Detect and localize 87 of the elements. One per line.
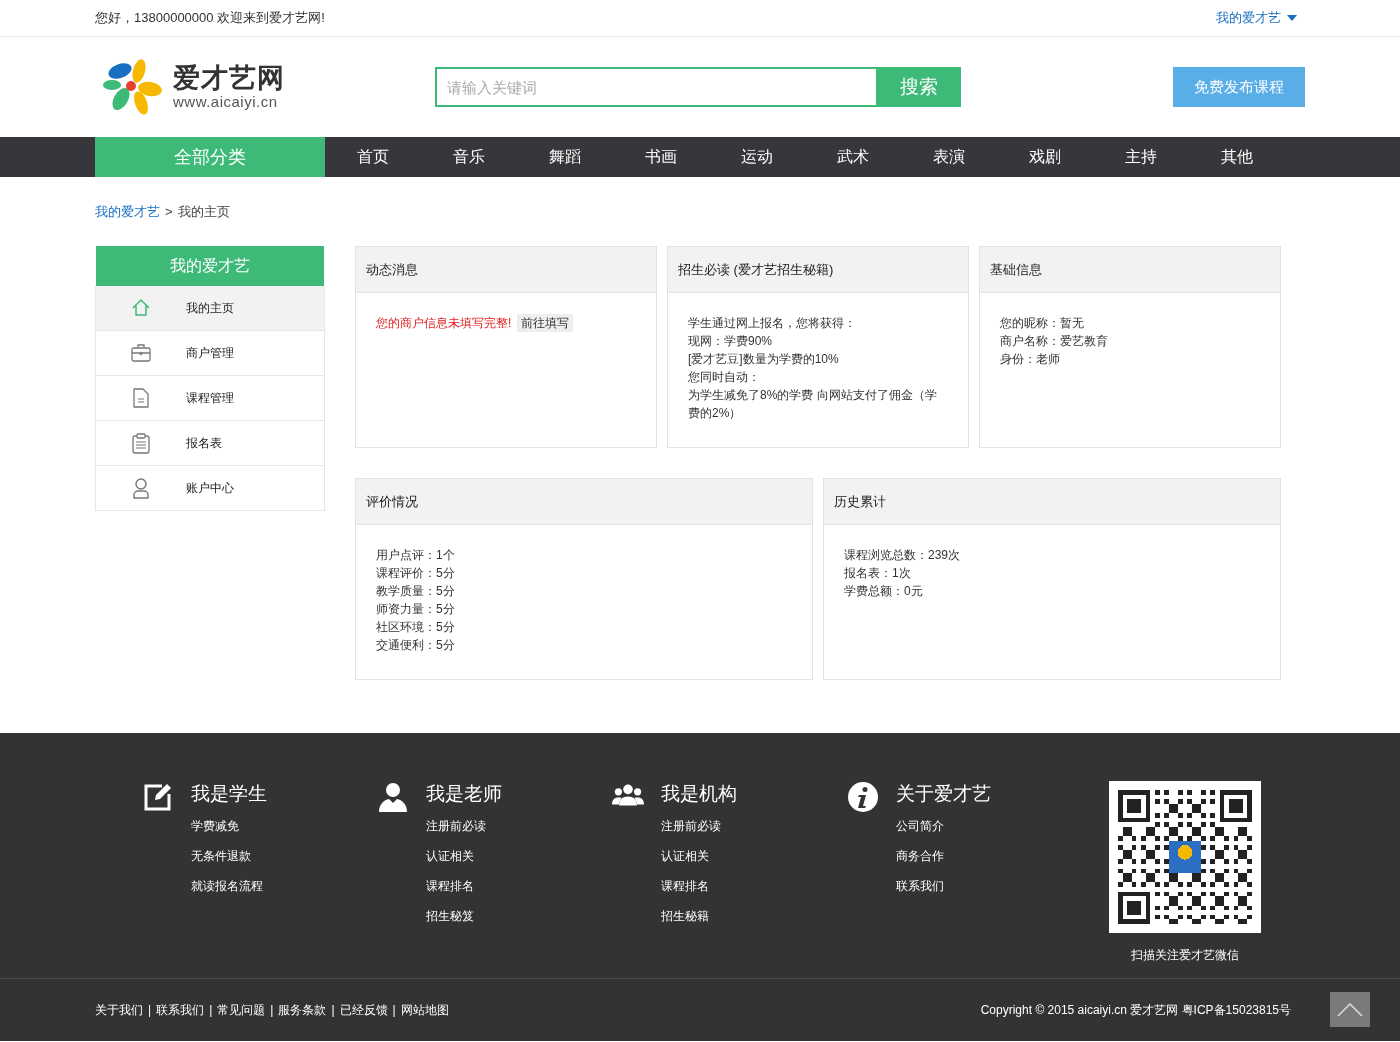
- info-text: 教学质量：5分: [376, 583, 456, 600]
- person-icon: [130, 477, 152, 499]
- nav-link[interactable]: 首页: [325, 137, 421, 177]
- user-menu-link[interactable]: 我的爱才艺: [1216, 9, 1297, 27]
- footer-link[interactable]: 公司简介: [896, 811, 991, 841]
- nav-link[interactable]: 运动: [709, 137, 805, 177]
- flower-logo-icon: [103, 57, 165, 117]
- info-text: 交通便利：5分: [376, 637, 456, 654]
- info-text: 课程评价：5分: [376, 565, 456, 582]
- info-text: 社区环境：5分: [376, 619, 456, 636]
- chevron-up-icon: [1337, 1002, 1363, 1017]
- info-text: 学费总额：0元: [844, 583, 924, 600]
- nav-link[interactable]: 舞蹈: [517, 137, 613, 177]
- home-icon: [130, 297, 152, 319]
- footer-bottom-link[interactable]: 服务条款: [278, 1001, 327, 1019]
- breadcrumb-current: 我的主页: [177, 202, 230, 221]
- footer-bottom-link[interactable]: 常见问题: [217, 1001, 266, 1019]
- nav-link[interactable]: 武术: [805, 137, 901, 177]
- footer-bottom-link[interactable]: 联系我们: [156, 1001, 205, 1019]
- link-separator: |: [148, 1003, 152, 1017]
- info-text: 身份：老师: [1000, 351, 1061, 368]
- person-icon: [377, 781, 409, 813]
- qr-caption: 扫描关注爱才艺微信: [1131, 947, 1239, 964]
- info-text: 现网：学费90%: [688, 333, 774, 350]
- back-to-top-button[interactable]: [1330, 992, 1370, 1027]
- footer-link[interactable]: 商务合作: [896, 841, 991, 871]
- info-text: 报名表：1次: [844, 565, 912, 582]
- footer-link[interactable]: 认证相关: [426, 841, 502, 871]
- link-separator: |: [270, 1003, 274, 1017]
- info-text: 用户点评：1个: [376, 547, 456, 564]
- footer-bottom-link[interactable]: 已经反馈: [339, 1001, 388, 1019]
- welcome-text: 您好，13800000000 欢迎来到爱才艺网!: [95, 9, 325, 27]
- nav-link[interactable]: 书画: [613, 137, 709, 177]
- breadcrumb-separator: >: [165, 204, 173, 219]
- footer-heading: 我是机构: [661, 782, 737, 806]
- footer-link[interactable]: 就读报名流程: [191, 871, 267, 901]
- sidebar-item[interactable]: 我的主页: [96, 286, 324, 330]
- card-title: 评价情况: [356, 479, 812, 525]
- nav-link[interactable]: 主持: [1093, 137, 1189, 177]
- logo-name: 爱才艺网: [173, 63, 285, 93]
- info-text: 师资力量：5分: [376, 601, 456, 618]
- link-separator: |: [209, 1003, 213, 1017]
- search-field[interactable]: 请输入关键词: [435, 67, 876, 107]
- link-separator: |: [331, 1003, 335, 1017]
- footer-link[interactable]: 认证相关: [661, 841, 737, 871]
- footer-bottom-link[interactable]: 关于我们: [95, 1001, 143, 1019]
- document-icon: [130, 387, 152, 409]
- breadcrumb-link[interactable]: 我的爱才艺: [95, 202, 160, 221]
- footer-link[interactable]: 课程排名: [426, 871, 502, 901]
- nav-link[interactable]: 表演: [901, 137, 997, 177]
- card-title: 历史累计: [824, 479, 1280, 525]
- nav-link[interactable]: 其他: [1189, 137, 1285, 177]
- footer-bottom-link[interactable]: 网站地图: [400, 1001, 449, 1019]
- footer-heading: 关于爱才艺: [896, 782, 991, 806]
- footer-link[interactable]: 无条件退款: [191, 841, 267, 871]
- card-title: 基础信息: [980, 247, 1280, 293]
- footer-heading: 我是学生: [191, 782, 267, 806]
- copyright-text: Copyright © 2015 aicaiyi.cn 爱才艺网 粤ICP备15023815号: [980, 1001, 1291, 1019]
- warning-text: 您的商户信息未填写完整!: [376, 316, 512, 330]
- edit-icon: [142, 781, 174, 813]
- link-separator: |: [392, 1003, 396, 1017]
- info-text: 您的昵称：暂无: [1000, 315, 1085, 332]
- footer-link[interactable]: 注册前必读: [426, 811, 502, 841]
- briefcase-icon: [130, 342, 152, 364]
- nav-link[interactable]: 音乐: [421, 137, 517, 177]
- nav-link[interactable]: 戏剧: [997, 137, 1093, 177]
- footer-link[interactable]: 课程排名: [661, 871, 737, 901]
- footer-link[interactable]: 注册前必读: [661, 811, 737, 841]
- info-text: 学生通过网上报名，您将获得：: [688, 315, 857, 332]
- fill-in-button[interactable]: 前往填写: [517, 314, 574, 332]
- footer-link[interactable]: 招生秘笈: [426, 901, 502, 931]
- clipboard-icon: [130, 432, 152, 454]
- footer-link[interactable]: 联系我们: [896, 871, 991, 901]
- sidebar-title: 我的爱才艺: [96, 246, 324, 286]
- info-text: 您同时自动：: [688, 369, 761, 386]
- card-title: 招生必读 (爱才艺招生秘籍): [668, 247, 968, 293]
- footer-link[interactable]: 学费减免: [191, 811, 267, 841]
- footer-link[interactable]: 招生秘籍: [661, 901, 737, 931]
- footer-heading: 我是老师: [426, 782, 502, 806]
- card-title: 动态消息: [356, 247, 656, 293]
- info-text: [爱才艺豆]数量为学费的10%: [688, 351, 840, 368]
- info-icon: [847, 781, 879, 813]
- info-text: 商户名称：爱艺教育: [1000, 333, 1109, 350]
- info-text: 为学生减免了8%的学费 向网站支付了佣金（学费的2%）: [688, 387, 938, 422]
- caret-icon: [1287, 15, 1297, 21]
- info-text: 课程浏览总数：239次: [844, 547, 962, 564]
- logo-url: www.aicaiyi.cn: [173, 93, 279, 111]
